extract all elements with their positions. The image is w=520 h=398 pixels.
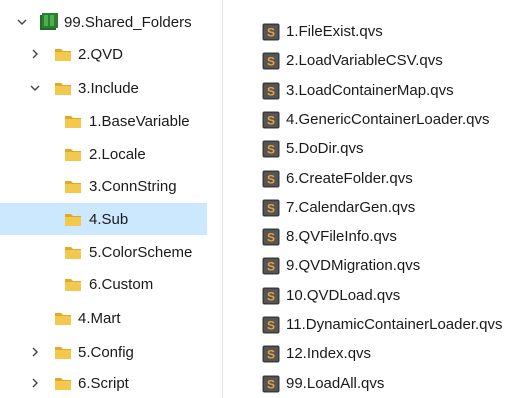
qvs-script-icon: S (262, 140, 280, 158)
svg-text:S: S (267, 318, 275, 332)
svg-text:S: S (267, 113, 275, 127)
qvs-script-icon: S (262, 257, 280, 275)
tree-node-custom[interactable]: 6.Custom (0, 269, 222, 299)
qvs-script-icon: S (262, 316, 280, 334)
folder-icon (54, 376, 72, 391)
file-name: 11.DynamicContainerLoader.qvs (286, 316, 503, 333)
tree-node-include[interactable]: 3.Include (0, 73, 222, 103)
file-name: 10.QVDLoad.qvs (286, 287, 401, 304)
file-name: 12.Index.qvs (286, 345, 372, 362)
chevron-right-icon[interactable] (28, 345, 42, 359)
qvs-script-icon: S (262, 375, 280, 393)
file-name: 5.DoDir.qvs (286, 140, 364, 157)
file-item[interactable]: S 6.CreateFolder.qvs (228, 164, 520, 193)
qvs-script-icon: S (262, 228, 280, 246)
file-name: 3.LoadContainerMap.qvs (286, 82, 454, 99)
tree-node-label: 3.Include (78, 79, 139, 97)
svg-text:S: S (267, 377, 275, 391)
file-name: 99.LoadAll.qvs (286, 375, 385, 392)
file-item[interactable]: S 1.FileExist.qvs (228, 17, 520, 46)
file-list-pane: S 1.FileExist.qvs S 2.LoadVariableCSV.qvs S 3… (228, 0, 520, 398)
folder-icon (64, 212, 82, 227)
svg-text:S: S (267, 142, 275, 156)
file-name: 9.QVDMigration.qvs (286, 257, 421, 274)
file-item[interactable]: S 4.GenericContainerLoader.qvs (228, 105, 520, 134)
folder-icon (54, 81, 72, 96)
qvs-script-icon: S (262, 199, 280, 217)
file-name: 7.CalendarGen.qvs (286, 199, 416, 216)
file-item[interactable]: S 7.CalendarGen.qvs (228, 193, 520, 222)
qvs-script-icon: S (262, 287, 280, 305)
file-item[interactable]: S 2.LoadVariableCSV.qvs (228, 46, 520, 75)
tree-node-basevariable[interactable]: 1.BaseVariable (0, 106, 222, 136)
tree-node-label: 5.ColorScheme (89, 243, 193, 261)
folder-icon (54, 47, 72, 62)
chevron-down-icon[interactable] (28, 81, 42, 95)
file-item[interactable]: S 3.LoadContainerMap.qvs (228, 76, 520, 105)
tree-node-label: 1.BaseVariable (89, 112, 190, 130)
file-item[interactable]: S 11.DynamicContainerLoader.qvs (228, 310, 520, 339)
qvs-script-icon: S (262, 111, 280, 129)
svg-text:S: S (267, 201, 275, 215)
qvs-script-icon: S (262, 345, 280, 363)
file-name: 2.LoadVariableCSV.qvs (286, 52, 443, 69)
qvs-script-icon: S (262, 23, 280, 41)
pane-divider[interactable] (222, 0, 223, 398)
qvs-script-icon: S (262, 82, 280, 100)
tree-node-label: 3.ConnString (89, 177, 177, 195)
chevron-down-icon[interactable] (15, 15, 29, 29)
tree-node-label: 4.Sub (89, 210, 129, 228)
tree-node-label: 2.Locale (89, 145, 146, 163)
svg-text:S: S (267, 347, 275, 361)
tree-node-label: 6.Script (78, 374, 129, 392)
tree-node-label: 99.Shared_Folders (64, 13, 192, 31)
tree-node-label: 5.Config (78, 343, 134, 361)
svg-text:S: S (267, 289, 275, 303)
shared-folder-icon (38, 12, 60, 32)
tree-node-root[interactable]: 99.Shared_Folders (0, 7, 222, 37)
tree-node-config[interactable]: 5.Config (0, 337, 222, 367)
qvs-script-icon: S (262, 52, 280, 70)
svg-text:S: S (267, 230, 275, 244)
chevron-right-icon[interactable] (28, 47, 42, 61)
tree-node-mart[interactable]: 4.Mart (0, 303, 222, 333)
tree-node-label: 4.Mart (78, 309, 121, 327)
file-item[interactable]: S 5.DoDir.qvs (228, 134, 520, 163)
file-name: 1.FileExist.qvs (286, 23, 383, 40)
file-item[interactable]: S 12.Index.qvs (228, 339, 520, 368)
file-name: 6.CreateFolder.qvs (286, 170, 413, 187)
svg-text:S: S (267, 259, 275, 273)
svg-text:S: S (267, 172, 275, 186)
svg-text:S: S (267, 84, 275, 98)
tree-node-locale[interactable]: 2.Locale (0, 139, 222, 169)
tree-node-colorscheme[interactable]: 5.ColorScheme (0, 237, 222, 267)
folder-icon (64, 179, 82, 194)
svg-text:S: S (267, 54, 275, 68)
folder-icon (64, 245, 82, 260)
file-name: 4.GenericContainerLoader.qvs (286, 111, 490, 128)
tree-node-script[interactable]: 6.Script (0, 368, 222, 398)
tree-node-label: 2.QVD (78, 45, 124, 63)
svg-text:S: S (267, 25, 275, 39)
tree-node-qvd[interactable]: 2.QVD (0, 39, 222, 69)
tree-node-connstring[interactable]: 3.ConnString (0, 171, 222, 201)
chevron-right-icon[interactable] (28, 376, 42, 390)
file-item[interactable]: S 10.QVDLoad.qvs (228, 281, 520, 310)
folder-icon (54, 311, 72, 326)
folder-icon (64, 277, 82, 292)
tree-node-label: 6.Custom (89, 275, 154, 293)
folder-icon (64, 114, 82, 129)
file-name: 8.QVFileInfo.qvs (286, 228, 397, 245)
qvs-script-icon: S (262, 170, 280, 188)
file-item[interactable]: S 99.LoadAll.qvs (228, 369, 520, 398)
tree-node-sub[interactable]: 4.Sub (0, 203, 207, 235)
folder-tree-pane: 99.Shared_Folders 2.QVD 3.Include 1.Base… (0, 0, 222, 398)
file-item[interactable]: S 9.QVDMigration.qvs (228, 251, 520, 280)
folder-icon (64, 147, 82, 162)
folder-icon (54, 345, 72, 360)
file-item[interactable]: S 8.QVFileInfo.qvs (228, 222, 520, 251)
